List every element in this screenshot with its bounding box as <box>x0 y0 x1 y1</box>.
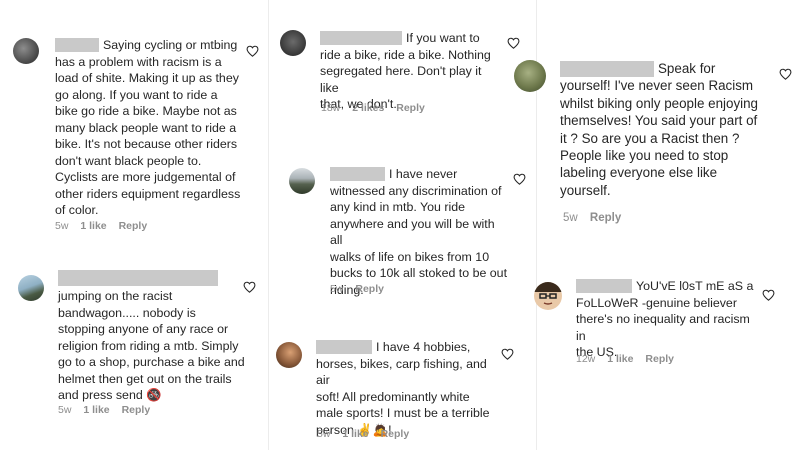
comment-text: Saying cycling or mtbing has a problem w… <box>55 38 241 217</box>
comment-time: 5w <box>55 220 69 232</box>
comment-meta: 5w Reply <box>330 283 393 295</box>
reply-button[interactable]: Reply <box>381 428 410 440</box>
like-count[interactable]: 1 like <box>83 404 109 416</box>
heart-icon[interactable] <box>513 173 526 185</box>
avatar[interactable] <box>18 275 44 301</box>
redacted-username <box>320 31 402 45</box>
comment-time: 5w <box>330 283 344 295</box>
reply-button[interactable]: Reply <box>122 404 151 416</box>
heart-icon[interactable] <box>246 45 259 57</box>
redacted-username <box>316 340 372 354</box>
heart-icon[interactable] <box>243 281 256 293</box>
reply-button[interactable]: Reply <box>119 220 148 232</box>
heart-icon[interactable] <box>507 37 520 49</box>
redacted-username <box>58 270 218 286</box>
comment-time: 5w <box>563 212 578 224</box>
avatar[interactable] <box>289 168 315 194</box>
heart-icon[interactable] <box>501 348 514 360</box>
redacted-username <box>330 167 385 181</box>
comment-time: 12w <box>576 353 596 365</box>
comment-meta: 5w 1 like Reply <box>58 404 159 416</box>
comment-time: 5w <box>58 404 72 416</box>
redacted-username <box>560 61 654 77</box>
comment-text: YoU'vE l0sT mE aS a FoLLoWeR -genuine be… <box>576 279 754 359</box>
avatar[interactable] <box>534 282 562 310</box>
avatar[interactable] <box>276 342 302 368</box>
column-divider <box>268 0 269 450</box>
redacted-username <box>576 279 632 293</box>
redacted-username <box>55 38 99 52</box>
like-count[interactable]: 1 like <box>80 220 106 232</box>
like-count[interactable]: 1 like <box>607 353 633 365</box>
reply-button[interactable]: Reply <box>645 353 674 365</box>
avatar[interactable] <box>13 38 39 64</box>
avatar[interactable] <box>280 30 306 56</box>
like-count[interactable]: 2 likes <box>352 102 384 114</box>
comment-meta: 5w 1 like Reply <box>317 428 418 440</box>
comment-text: I have never witnessed any discriminatio… <box>330 167 508 297</box>
comment-meta: 5w 1 like Reply <box>55 220 156 232</box>
comment-meta: 18w 2 likes Reply <box>321 102 434 114</box>
reply-button[interactable]: Reply <box>396 102 425 114</box>
comment-text: jumping on the racist bandwagon..... nob… <box>58 270 248 404</box>
heart-icon[interactable] <box>762 289 775 301</box>
comment-text: Speak for yourself! I've never seen Raci… <box>560 61 759 198</box>
comment-time: 18w <box>321 102 341 114</box>
cartoon-face-icon <box>534 282 562 305</box>
avatar[interactable] <box>514 60 546 92</box>
comment-text: If you want to ride a bike, ride a bike.… <box>320 31 491 111</box>
heart-icon[interactable] <box>779 68 792 80</box>
comment-meta: 12w 1 like Reply <box>576 353 683 365</box>
comment-text: I have 4 hobbies, horses, bikes, carp fi… <box>316 340 490 437</box>
reply-button[interactable]: Reply <box>590 212 621 224</box>
like-count[interactable]: 1 like <box>342 428 368 440</box>
comment-time: 5w <box>317 428 331 440</box>
reply-button[interactable]: Reply <box>355 283 384 295</box>
comment-meta: 5w Reply <box>563 212 630 224</box>
